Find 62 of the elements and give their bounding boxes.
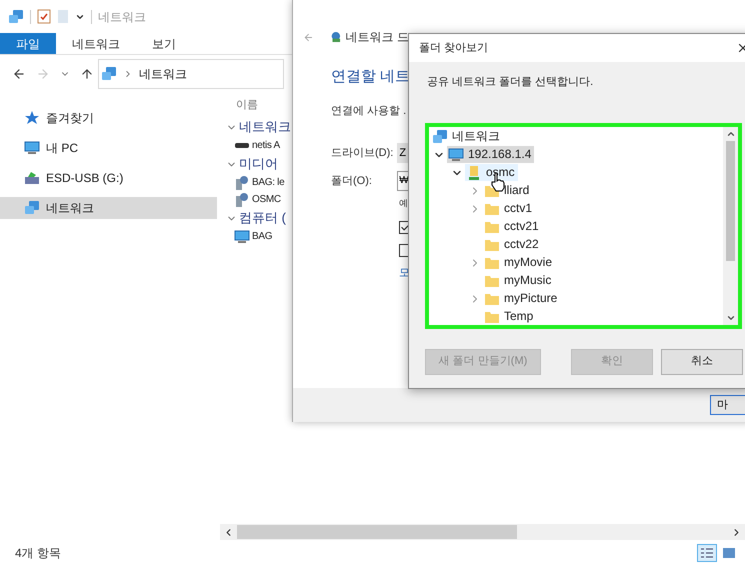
network-icon [432,128,448,144]
tree-item[interactable]: Temp [483,308,536,324]
tiles-icon [722,547,736,559]
up-icon[interactable] [80,67,94,81]
instruction-text: 공유 네트워크 폴더를 선택합니다. [427,75,594,90]
horizontal-scrollbar[interactable] [220,524,745,540]
wizard-heading: 연결할 네트 [331,67,409,87]
properties-icon[interactable] [37,9,51,24]
back-icon[interactable] [12,67,26,81]
prompt-text: 연결에 사용할 . [331,104,408,118]
drive-dropdown[interactable]: Z [397,143,409,163]
breadcrumb[interactable]: 네트워크 [139,65,187,83]
nav-item[interactable]: ESD-USB (G:) [0,167,217,189]
ribbon-tab[interactable]: 파일 [0,33,56,54]
address-bar[interactable]: 네트워크 [98,59,284,89]
monitor-icon [448,146,464,162]
column-header[interactable]: 이름 [236,97,258,117]
monitor-icon [24,140,40,156]
network-icon [8,8,24,24]
tree-item[interactable]: 192.168.1.4 [447,146,534,163]
globe-icon [330,30,342,44]
finish-button[interactable]: 마 [710,395,745,415]
status-text: 4개 항목 [15,545,62,562]
file-item[interactable]: BAG [252,229,272,244]
vertical-scrollbar[interactable] [723,126,738,324]
network-icon [24,200,40,216]
details-view-button[interactable] [697,544,717,562]
tree-item[interactable]: cctv21 [483,218,542,235]
drive-icon [24,170,40,186]
tree-item[interactable]: myPicture [483,290,560,307]
dialog-title: 폴더 찾아보기 [419,40,488,56]
drive-label: 드라이브(D): [331,146,394,161]
nav-item[interactable]: 즐겨찾기 [0,107,217,129]
group-header[interactable]: 컴퓨터 ( [239,208,286,228]
nav-item[interactable]: 네트워크 [0,197,217,219]
shared-folder-icon [466,164,482,180]
tree-item[interactable]: cctv22 [483,236,542,253]
tree-item[interactable]: 네트워크 [431,128,503,145]
media-device-icon [234,192,250,208]
wizard-title: 네트워크 드 [346,29,409,46]
example-text: 예 [399,197,408,210]
ribbon-tab[interactable]: 네트워크 [56,33,136,54]
router-icon [235,143,249,148]
tree-item[interactable]: myMovie [483,254,556,271]
details-list-icon [700,547,714,559]
media-device-icon [234,174,250,190]
group-header[interactable]: 네트워크 [239,117,291,137]
cancel-button[interactable]: 취소 [661,348,743,374]
group-header[interactable]: 미디어 [239,154,278,174]
help-link[interactable]: 모 [399,264,410,281]
folder-label: 폴더(O): [331,174,373,189]
file-item[interactable]: BAG: le [252,175,284,190]
ribbon-tab[interactable]: 보기 [136,33,192,54]
tree-item[interactable]: myMusic [483,272,554,289]
tree-item[interactable]: cctv1 [483,200,536,217]
monitor-icon [234,228,250,244]
network-icon [101,66,117,82]
window-title: 네트워크 [98,8,146,26]
star-icon [24,110,40,126]
nav-item[interactable]: 내 PC [0,137,217,159]
file-item[interactable]: netis A [252,138,280,153]
file-item[interactable]: OSMC [252,192,281,207]
